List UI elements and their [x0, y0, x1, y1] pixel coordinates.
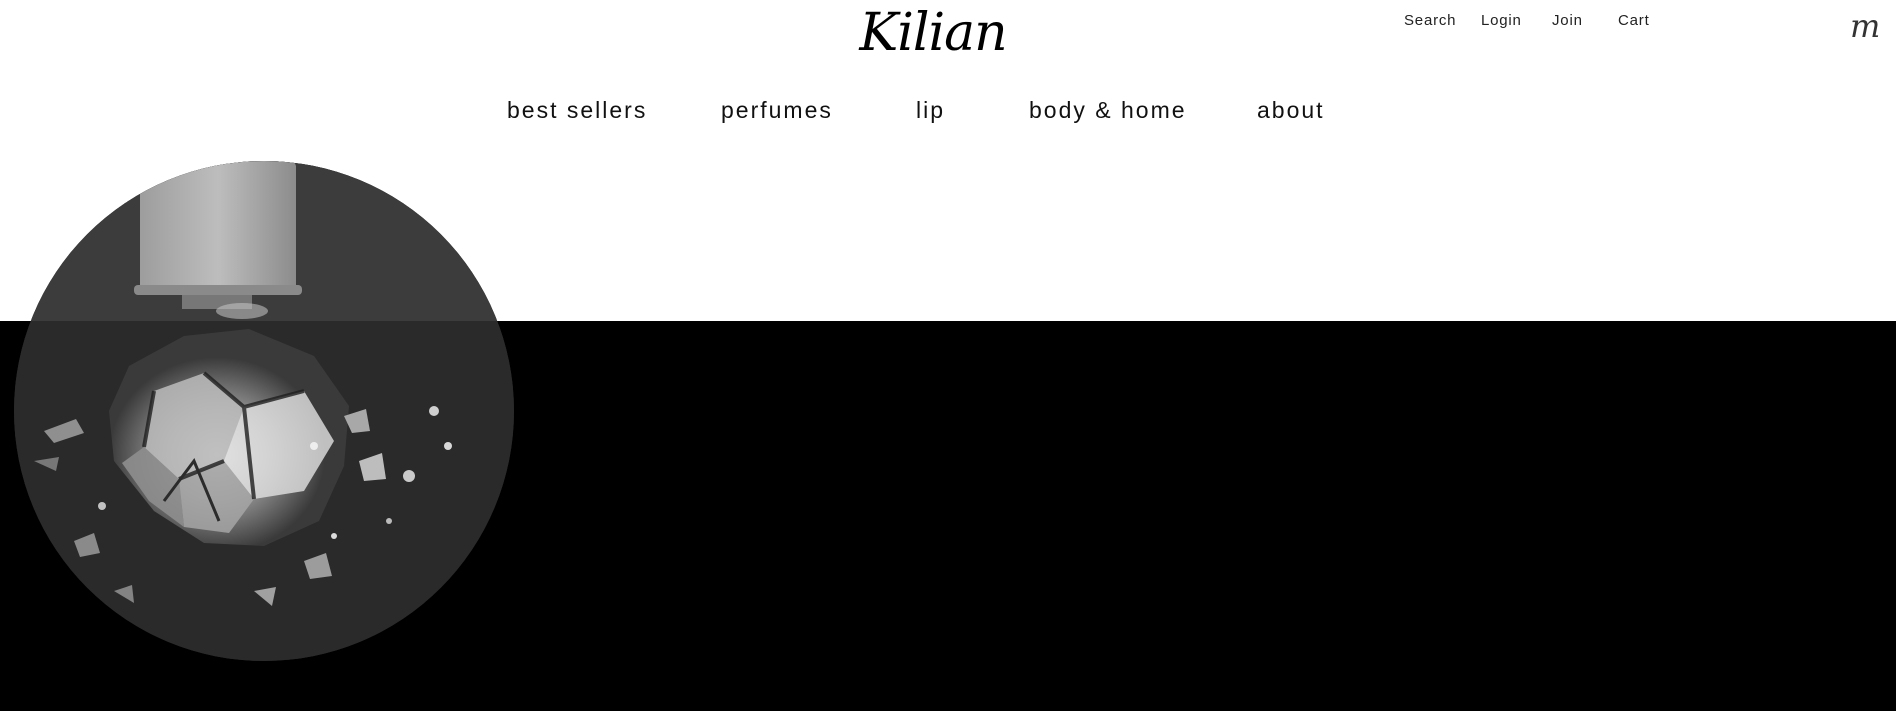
- nav-item-lip[interactable]: lip: [916, 96, 945, 124]
- page: Kilian Search Login Join Cart m best sel…: [0, 0, 1896, 711]
- search-link[interactable]: Search: [1404, 12, 1456, 30]
- menu-monogram-icon[interactable]: m: [1850, 4, 1880, 48]
- nav-item-body-home[interactable]: body & home: [1029, 96, 1187, 124]
- nav-item-best-sellers[interactable]: best sellers: [507, 96, 647, 124]
- login-link[interactable]: Login: [1481, 12, 1522, 30]
- join-link[interactable]: Join: [1552, 12, 1583, 30]
- cart-link[interactable]: Cart: [1618, 12, 1650, 30]
- nav-item-perfumes[interactable]: perfumes: [721, 96, 833, 124]
- nav-item-about[interactable]: about: [1257, 96, 1325, 124]
- hero-shattered-bottle-image: [14, 161, 514, 661]
- kilian-logo[interactable]: Kilian: [852, 0, 1014, 66]
